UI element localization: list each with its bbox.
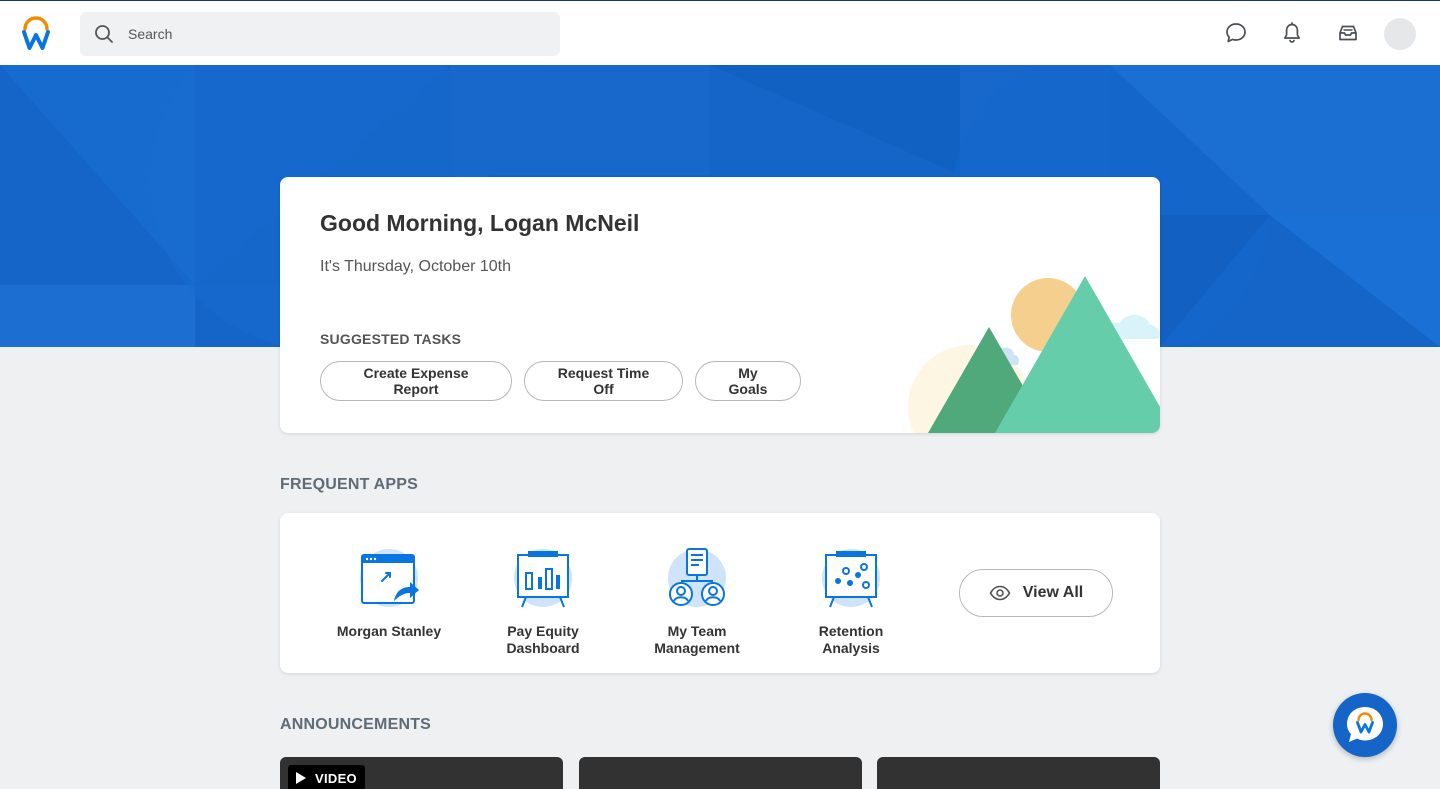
mountains-illustration — [908, 276, 1160, 433]
assistant-button[interactable] — [1333, 693, 1397, 757]
frequent-apps-card: Morgan Stanley Pay Equity Dashboard My T… — [280, 513, 1160, 673]
my-goals-button[interactable]: My Goals — [695, 361, 801, 401]
app-label-line2: Analysis — [822, 640, 880, 656]
app-pay-equity-dashboard[interactable]: Pay Equity Dashboard — [478, 547, 608, 657]
play-icon — [296, 772, 306, 784]
eye-icon — [989, 585, 1011, 601]
app-retention-analysis[interactable]: Retention Analysis — [786, 547, 916, 657]
view-all-button[interactable]: View All — [959, 569, 1113, 617]
greeting-title: Good Morning, Logan McNeil — [320, 210, 640, 236]
announcement-card[interactable]: VIDEO — [280, 757, 563, 789]
workday-logo[interactable] — [20, 15, 52, 51]
chat-icon[interactable] — [1224, 21, 1248, 45]
app-label-line2: Dashboard — [506, 640, 580, 656]
assistant-chat-icon — [1347, 707, 1383, 742]
app-label-line2: Management — [654, 640, 740, 656]
greeting-date: It's Thursday, October 10th — [320, 258, 511, 275]
create-expense-report-button[interactable]: Create Expense Report — [320, 361, 512, 401]
bar-chart-board-icon — [514, 549, 572, 608]
inbox-icon[interactable] — [1336, 21, 1360, 45]
video-badge: VIDEO — [288, 765, 365, 789]
top-bar — [0, 0, 1440, 65]
search-input[interactable] — [128, 26, 528, 42]
announcements-title: ANNOUNCEMENTS — [280, 716, 432, 733]
notifications-icon[interactable] — [1280, 21, 1304, 45]
app-label-line1: Retention — [818, 623, 884, 639]
external-link-icon — [360, 549, 419, 607]
frequent-apps-title: FREQUENT APPS — [280, 476, 419, 493]
request-time-off-button[interactable]: Request Time Off — [524, 361, 683, 401]
app-morgan-stanley[interactable]: Morgan Stanley — [324, 547, 454, 640]
app-my-team-management[interactable]: My Team Management — [632, 547, 762, 657]
greeting-card: Good Morning, Logan McNeil It's Thursday… — [280, 177, 1160, 433]
view-all-label: View All — [1022, 584, 1084, 601]
app-label: Morgan Stanley — [336, 623, 442, 639]
search-bar[interactable] — [80, 12, 560, 56]
search-icon — [95, 25, 113, 43]
suggested-tasks-label: SUGGESTED TASKS — [320, 331, 462, 347]
announcement-card[interactable] — [877, 757, 1160, 789]
avatar[interactable] — [1384, 18, 1416, 50]
team-icon — [668, 548, 726, 607]
announcement-card[interactable] — [579, 757, 862, 789]
scatter-board-icon — [822, 549, 880, 608]
app-label-line1: Pay Equity — [507, 623, 579, 639]
app-label-line1: My Team — [667, 623, 727, 639]
video-badge-label: VIDEO — [315, 770, 357, 786]
